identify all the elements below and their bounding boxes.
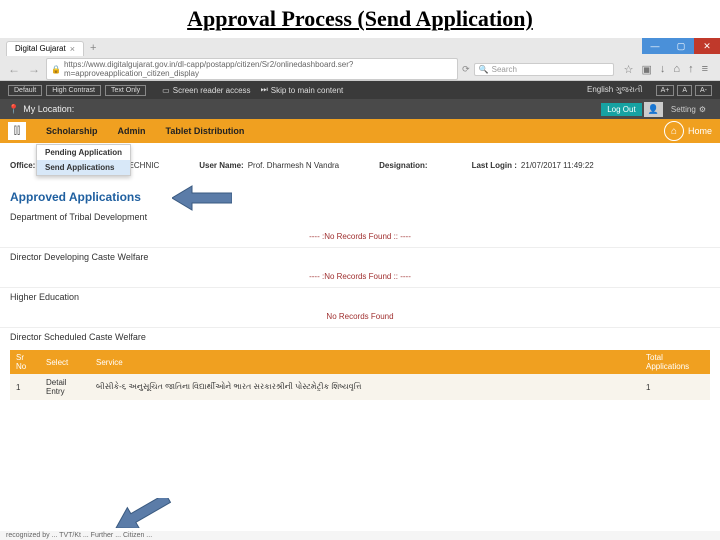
home-icon: ⌂ <box>664 121 684 141</box>
back-button[interactable]: ← <box>6 61 22 77</box>
dept-developing-caste: Director Developing Caste Welfare <box>0 248 720 266</box>
dropdown-send[interactable]: Send Applications <box>37 160 130 175</box>
skip-icon: ⏭ <box>261 85 268 95</box>
search-placeholder: Search <box>492 65 517 74</box>
browser-chrome: Digital Gujarat × + — ▢ ✕ ← → 🔒 https://… <box>0 38 720 81</box>
close-icon[interactable]: × <box>70 44 75 54</box>
gear-icon: ⚙ <box>699 105 706 114</box>
text-only-button[interactable]: Text Only <box>105 85 146 96</box>
nav-tablet[interactable]: Tablet Distribution <box>156 126 255 136</box>
no-records-developing: ---- :No Records Found :: ---- <box>0 266 720 288</box>
nav-menu-icon[interactable]: ⫿⫿ <box>8 122 26 140</box>
high-contrast-button[interactable]: High Contrast <box>46 85 101 96</box>
location-bar: 📍 My Location: Log Out 👤 Setting ⚙ <box>0 99 720 119</box>
accessibility-bar: Default High Contrast Text Only ▭ Screen… <box>0 81 720 99</box>
maximize-button[interactable]: ▢ <box>668 38 694 54</box>
tab-title: Digital Gujarat <box>15 44 66 53</box>
user-icon: 👤 <box>644 102 663 117</box>
default-theme-button[interactable]: Default <box>8 85 42 96</box>
refresh-button[interactable]: ⟳ <box>462 64 470 75</box>
forward-button[interactable]: → <box>26 61 42 77</box>
screen-reader-label: Screen reader access <box>173 86 251 95</box>
nav-home[interactable]: ⌂ Home <box>664 121 712 141</box>
url-input[interactable]: 🔒 https://www.digitalgujarat.gov.in/dl-c… <box>46 58 458 80</box>
address-bar: ← → 🔒 https://www.digitalgujarat.gov.in/… <box>0 58 720 80</box>
lock-icon: 🔒 <box>51 65 61 74</box>
th-service: Service <box>90 350 640 374</box>
close-button[interactable]: ✕ <box>694 38 720 54</box>
last-login-label: Last Login : <box>472 161 517 170</box>
dept-higher-ed: Higher Education <box>0 288 720 306</box>
window-controls: — ▢ ✕ <box>642 38 720 54</box>
font-reset-button[interactable]: A <box>677 85 692 96</box>
tab-bar: Digital Gujarat × + — ▢ ✕ <box>0 38 720 58</box>
nav-scholarship-label: Scholarship <box>46 126 98 136</box>
screen-reader-link[interactable]: ▭ Screen reader access <box>162 86 250 95</box>
cell-service: બીસીકે-૬ અનુસૂચિત જાતિના વિદ્યાર્થીઓને ભ… <box>90 374 640 400</box>
skip-link[interactable]: ⏭ Skip to main content <box>261 85 344 95</box>
search-input[interactable]: 🔍 Search <box>474 63 614 76</box>
applications-table: Sr No Select Service Total Applications … <box>10 350 710 400</box>
no-records-tribal: ---- :No Records Found :: ---- <box>0 226 720 248</box>
setting-button[interactable]: Setting ⚙ <box>665 103 712 116</box>
cell-srno: 1 <box>10 374 40 400</box>
font-increase-button[interactable]: A+ <box>656 85 675 96</box>
last-login-value: 21/07/2017 11:49:22 <box>521 161 594 170</box>
dropdown-pending[interactable]: Pending Application <box>37 145 130 160</box>
office-label: Office: <box>10 161 35 170</box>
th-total: Total Applications <box>640 350 710 374</box>
nav-scholarship[interactable]: Scholarship Pending Application Send App… <box>36 126 108 136</box>
approved-applications-title: Approved Applications <box>0 186 720 208</box>
slide-title: Approval Process (Send Application) <box>0 0 720 38</box>
pin-icon: 📍 <box>8 104 19 115</box>
cell-total: 1 <box>640 374 710 400</box>
setting-label: Setting <box>671 105 696 114</box>
no-records-higher-ed: No Records Found <box>0 306 720 328</box>
skip-label: Skip to main content <box>271 86 343 95</box>
main-nav: ⫿⫿ Scholarship Pending Application Send … <box>0 119 720 143</box>
download-icon[interactable]: ↓ <box>660 63 666 76</box>
scholarship-dropdown: Pending Application Send Applications <box>36 144 131 176</box>
user-label: User Name: <box>199 161 243 170</box>
font-decrease-button[interactable]: A- <box>695 85 712 96</box>
th-select: Select <box>40 350 90 374</box>
up-icon[interactable]: ↑ <box>688 63 694 76</box>
new-tab-button[interactable]: + <box>90 42 96 54</box>
footer-text: recognized by ... TVT/Kt ... Further ...… <box>0 531 720 540</box>
monitor-icon: ▭ <box>162 86 170 95</box>
logout-button[interactable]: Log Out <box>601 103 641 116</box>
star-icon[interactable]: ☆ <box>624 63 634 76</box>
annotation-arrow-top <box>172 183 232 213</box>
location-label: My Location: <box>23 104 74 114</box>
minimize-button[interactable]: — <box>642 38 668 54</box>
dept-scheduled-caste: Director Scheduled Caste Welfare <box>0 328 720 346</box>
toolbar-icons: ☆ ▣ ↓ ⌂ ↑ ≡ <box>618 63 714 76</box>
menu-icon[interactable]: ≡ <box>702 63 708 76</box>
home-label: Home <box>688 126 712 136</box>
detail-entry-link[interactable]: Detail Entry <box>40 374 90 400</box>
table-row: 1 Detail Entry બીસીકે-૬ અનુસૂચિત જાતિના … <box>10 374 710 400</box>
annotation-arrow-bottom <box>112 498 172 528</box>
url-text: https://www.digitalgujarat.gov.in/dl-cap… <box>64 60 453 78</box>
language-toggle[interactable]: English ગુજરાતી <box>587 85 643 95</box>
home-icon[interactable]: ⌂ <box>673 63 680 76</box>
th-srno: Sr No <box>10 350 40 374</box>
dept-tribal: Department of Tribal Development <box>0 208 720 226</box>
panel-icon[interactable]: ▣ <box>642 63 652 76</box>
designation-label: Designation: <box>379 161 427 170</box>
nav-admin[interactable]: Admin <box>108 126 156 136</box>
search-icon: 🔍 <box>479 65 489 74</box>
browser-tab[interactable]: Digital Gujarat × <box>6 41 84 56</box>
user-value: Prof. Dharmesh N Vandra <box>248 161 339 170</box>
